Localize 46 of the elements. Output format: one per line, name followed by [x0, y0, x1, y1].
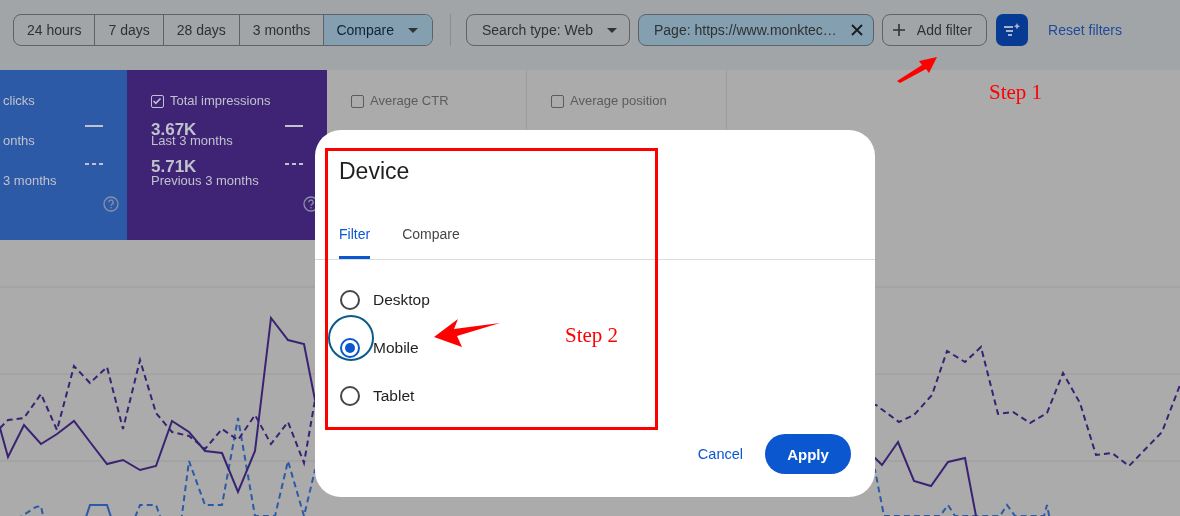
- annotation-arrow: [434, 318, 501, 348]
- metric-label: clicks: [3, 92, 35, 110]
- metric-label: Average CTR: [370, 92, 449, 110]
- checkbox[interactable]: [351, 94, 364, 108]
- date-range-tab[interactable]: 7 days: [95, 15, 164, 45]
- reset-filters-link[interactable]: Reset filters: [1048, 14, 1123, 46]
- add-filter-button[interactable]: Add filter: [881, 14, 988, 46]
- dialog-tab[interactable]: Compare: [402, 218, 460, 259]
- search-type-dropdown[interactable]: Search type: Web: [465, 14, 630, 46]
- metric-caption: onths: [3, 133, 35, 148]
- dashed-line-icon: [85, 163, 103, 165]
- solid-line-icon: [285, 124, 303, 127]
- metric-caption: Previous 3 months: [151, 173, 259, 188]
- solid-line-icon: [85, 124, 103, 127]
- caret-icon: [607, 27, 617, 33]
- page-filter-chip[interactable]: Page: https://www.monktec…: [638, 14, 874, 46]
- caret-icon: [407, 27, 418, 33]
- metric-caption: 3 months: [3, 173, 57, 188]
- filter-sparkle-icon: [1003, 22, 1022, 38]
- dashed-line-icon: [285, 163, 303, 165]
- date-range-tab[interactable]: 28 days: [163, 15, 240, 45]
- radio-button[interactable]: [340, 290, 360, 310]
- cancel-button[interactable]: Cancel: [695, 436, 745, 472]
- checkbox[interactable]: [151, 94, 164, 108]
- device-option[interactable]: Mobile: [340, 324, 419, 372]
- plus-icon: [892, 24, 905, 36]
- apply-button[interactable]: Apply: [765, 434, 851, 474]
- metric-label: Total impressions: [170, 92, 271, 110]
- radio-button[interactable]: [340, 386, 360, 406]
- metric-card[interactable]: clicks onths 3 months: [0, 70, 127, 240]
- radio-button[interactable]: [340, 338, 360, 358]
- step-label: Step 2: [565, 323, 619, 347]
- date-range-tab[interactable]: 24 hours: [14, 15, 96, 45]
- metric-label: Average position: [570, 92, 667, 110]
- dialog-tab[interactable]: Filter: [339, 218, 371, 259]
- date-range-tab[interactable]: Compare: [324, 15, 432, 45]
- step-label: Step 1: [989, 80, 1043, 104]
- device-option[interactable]: Desktop: [340, 276, 430, 324]
- annotation-circle: [328, 315, 374, 361]
- annotation-arrow: [896, 56, 938, 83]
- close-icon[interactable]: [850, 24, 863, 36]
- filter-sparkle-button[interactable]: [996, 14, 1029, 46]
- checkbox[interactable]: [551, 94, 564, 108]
- dialog-title: Device: [339, 157, 410, 185]
- metric-value: 5.71K: [151, 157, 197, 176]
- device-option[interactable]: Tablet: [340, 372, 415, 420]
